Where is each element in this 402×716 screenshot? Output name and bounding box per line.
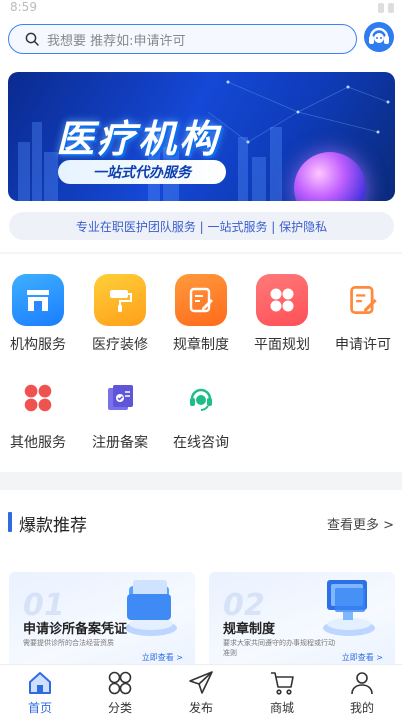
recommend-card[interactable]: 01 申请诊所备案凭证 需要提供诊所的合法经营资质 立即查看 >	[9, 572, 195, 670]
tab-label: 商城	[269, 701, 294, 715]
service-item-registration[interactable]: 注册备案	[80, 372, 160, 452]
service-label: 医疗装修	[92, 337, 148, 353]
service-label: 其他服务	[10, 435, 66, 451]
status-bar-time: 8:59	[10, 0, 37, 14]
service-item-institution[interactable]: 机构服务	[0, 274, 78, 354]
send-icon	[187, 669, 215, 697]
status-bar-indicators	[378, 3, 394, 13]
banner-subtitle: 一站式代办服务	[58, 160, 226, 184]
service-label: 机构服务	[10, 337, 66, 353]
category-icon	[106, 669, 134, 697]
service-grid: 机构服务 医疗装修 规章制度 平面规划 申请许可 其他服务 注册备案 在线咨询	[0, 254, 402, 472]
service-item-floor-plan[interactable]: 平面规划	[242, 274, 322, 354]
card-view-button[interactable]: 立即查看 >	[342, 652, 383, 663]
home-icon	[26, 669, 54, 697]
tab-label: 分类	[107, 701, 132, 715]
tab-profile[interactable]: 我的	[332, 669, 392, 716]
service-label: 在线咨询	[173, 435, 229, 451]
paint-roller-icon	[94, 274, 146, 326]
bottom-tab-bar: 首页 分类 发布 商城 我的	[0, 664, 402, 716]
card-description: 需要提供诊所的合法经营资质	[23, 639, 114, 647]
search-placeholder: 我想要 推荐如:申请许可	[47, 33, 186, 49]
service-item-regulations[interactable]: 规章制度	[161, 274, 241, 354]
grid-icon	[256, 274, 308, 326]
search-icon	[25, 32, 39, 46]
certificate-icon	[94, 372, 146, 424]
promo-banner[interactable]: 医疗机构 一站式代办服务	[8, 72, 395, 201]
section-accent-bar	[8, 512, 12, 532]
tab-mall[interactable]: 商城	[252, 669, 312, 716]
edit-document-icon	[337, 274, 389, 326]
banner-title: 医疗机构	[56, 117, 221, 161]
service-item-decoration[interactable]: 医疗装修	[80, 274, 160, 354]
tab-label: 我的	[349, 701, 374, 715]
tab-home[interactable]: 首页	[10, 669, 70, 716]
card-title: 申请诊所备案凭证	[23, 622, 128, 637]
cart-icon	[268, 669, 296, 697]
edit-document-icon	[175, 274, 227, 326]
card-view-button[interactable]: 立即查看 >	[142, 652, 183, 663]
grid-icon	[12, 372, 64, 424]
service-item-other[interactable]: 其他服务	[0, 372, 78, 452]
header-area: 8:59 我想要 推荐如:申请许可 医疗机构 一站式代办服务 专业在职医护团队服…	[0, 0, 402, 252]
search-input[interactable]: 我想要 推荐如:申请许可	[8, 24, 357, 54]
service-tagline: 专业在职医护团队服务 | 一站式服务 | 保护隐私	[9, 212, 394, 240]
headset-icon	[175, 372, 227, 424]
card-description: 要求大家共同遵守的办事规程或行动准则	[223, 639, 335, 657]
service-label: 注册备案	[92, 435, 148, 451]
service-item-license[interactable]: 申请许可	[323, 274, 402, 354]
service-label: 申请许可	[335, 337, 391, 353]
user-icon	[348, 669, 376, 697]
tab-label: 发布	[188, 701, 213, 715]
card-title: 规章制度	[223, 622, 276, 637]
monitor-illustration	[323, 580, 375, 636]
section-title: 爆款推荐	[19, 516, 87, 536]
building-icon	[12, 274, 64, 326]
tab-category[interactable]: 分类	[90, 669, 150, 716]
service-item-consult[interactable]: 在线咨询	[161, 372, 241, 452]
see-more-link[interactable]: 查看更多 >	[327, 514, 394, 533]
service-label: 平面规划	[254, 337, 310, 353]
tab-label: 首页	[27, 701, 52, 715]
hot-recommend-section: 爆款推荐 查看更多 > 01 申请诊所备案凭证 需要提供诊所的合法经营资质 立即…	[0, 490, 402, 670]
service-label: 规章制度	[173, 337, 229, 353]
recommend-card[interactable]: 02 规章制度 要求大家共同遵守的办事规程或行动准则 立即查看 >	[209, 572, 395, 670]
customer-service-icon[interactable]	[363, 21, 395, 53]
tab-publish[interactable]: 发布	[171, 669, 231, 716]
